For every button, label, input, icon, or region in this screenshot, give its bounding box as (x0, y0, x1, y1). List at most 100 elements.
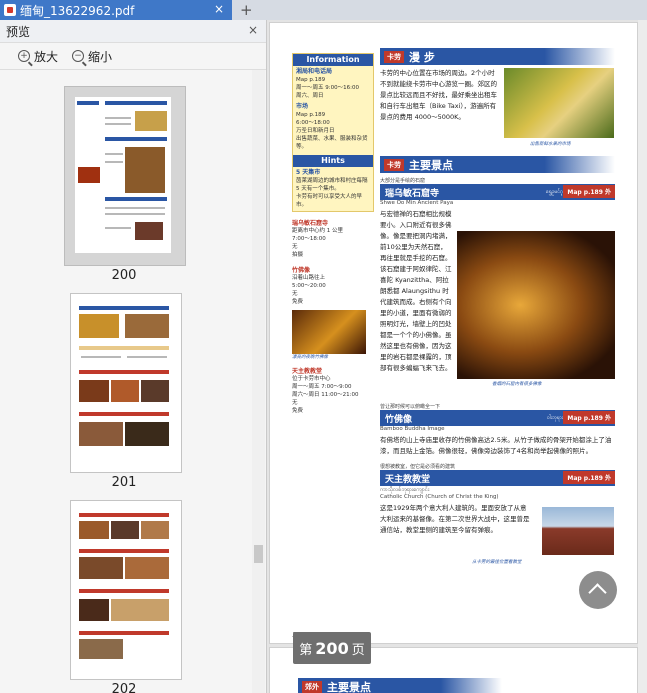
thumbnail-image (77, 302, 173, 458)
info-line: Map p.189 (296, 77, 326, 83)
sight-description: 有佛塔的山上寺庙里收存的竹佛像高达2.5米。从竹子做成的骨架开始都涂上了油漆，而… (380, 436, 612, 455)
sight-title-bar: 瑞乌敏石窟寺 ရွှေဥမင်ဂူ Map p.189 外 (380, 184, 615, 200)
zoom-out-icon: − (72, 50, 85, 62)
sidebar-toolbar: + 放大 − 缩小 (0, 43, 266, 70)
document-page: Information 湘局和电话局 Map p.189 周一～周五 9:00～… (269, 22, 638, 644)
next-section-header: 郊外 主要景点 (298, 678, 502, 693)
sight-shwe-oo-min: 大部分是手绘的石窟 瑞乌敏石窟寺 ရွှေဥမင်ဂူ Map p.189 外 … (380, 177, 615, 389)
sight-catholic-church: 很想被教室，但它是必须看的建筑 天主教教堂 Map p.189 外 ကာသိုလ… (380, 463, 615, 567)
zoom-out-label: 缩小 (88, 49, 113, 64)
scroll-to-top-button[interactable] (579, 571, 617, 609)
left-photo-caption: 漂亮的夜晚竹佛像 (292, 355, 328, 360)
section-tag: 卡劳 (384, 50, 404, 63)
close-tab-icon[interactable]: × (214, 2, 224, 16)
sight-title-bar: 竹佛像 ဝါးဘုရား Map p.189 外 (380, 410, 615, 426)
left-sight-line: 沿着山路往上 (292, 275, 326, 281)
sight-title: 瑞乌敏石窟寺 (385, 188, 440, 199)
sight-bamboo-buddha: 曾让那时候可以俯瞰全一下 竹佛像 ဝါးဘုရား Map p.189 外 Ba… (380, 403, 615, 457)
sight-english-name: Catholic Church (Church of Christ the Ki… (380, 494, 499, 500)
church-photo-caption: 从卡劳的最佳位置看教堂 (472, 560, 522, 565)
new-tab-icon[interactable]: + (240, 0, 253, 20)
page-indicator-number: 200 (315, 638, 349, 658)
left-sight-title: 竹佛像 (292, 267, 311, 274)
zoom-in-button[interactable]: + 放大 (18, 48, 58, 65)
market-fruit-photo (504, 68, 614, 138)
left-sight-line: 距离市中心约 1 公里 (292, 228, 343, 234)
sidebar-scrollbar-thumb[interactable] (254, 545, 263, 563)
sight-english-name: Bamboo Buddha Image (380, 426, 445, 432)
sight-title: 竹佛像 (385, 414, 413, 425)
thumbnail-image (77, 509, 173, 665)
section-title: 主要景点 (409, 158, 453, 172)
map-reference-badge: Map p.189 外 (563, 411, 615, 424)
sidebar-title: 预览 (6, 24, 31, 39)
church-photo (542, 507, 614, 555)
section-title: 主要景点 (327, 680, 371, 693)
cave-photo-caption: 香烟的石窟内有很多佛像 (492, 382, 542, 387)
left-sight-line: 无 (292, 291, 298, 297)
left-sight-line: 位于卡劳市中心 (292, 376, 331, 382)
info-line: 湘局和电话局 (296, 68, 333, 75)
thumbnail-label: 202 (111, 682, 137, 693)
info-line: 周六、周日 (296, 93, 324, 99)
thumbnail-image (75, 97, 171, 253)
tab-title: 缅甸_13622962.pdf (20, 3, 135, 18)
cave-buddha-photo (457, 231, 615, 379)
left-sight-title: 瑞乌敏石窟寺 (292, 220, 329, 227)
info-line: 6:00～18:00 (296, 120, 330, 126)
information-box: Information 湘局和电话局 Map p.189 周一～周五 9:00～… (292, 53, 374, 212)
sight-description: 这是1929年两个意大利人建筑的。里面安放了从意大利运来的基督像。在第二次世界大… (380, 504, 530, 534)
left-sight-line: 无 (292, 400, 298, 406)
map-reference-badge: Map p.189 外 (563, 471, 615, 484)
hint-line: 5 天集市 (296, 169, 321, 176)
sight-title: 天主教教堂 (385, 474, 431, 485)
section-header-walk: 卡劳 漫 步 (380, 48, 615, 65)
sight-title-bar: 天主教教堂 Map p.189 外 (380, 470, 615, 486)
tab-bar: 缅甸_13622962.pdf × + (0, 0, 647, 21)
left-sight-title: 天主教教堂 (292, 368, 323, 375)
walk-photo-caption: 出售新鲜水果的市场 (530, 142, 571, 147)
left-sight-line: 周六～周日 11:00～21:00 (292, 392, 359, 398)
info-line: 市场 (296, 103, 309, 110)
left-sight-line: 拍摄 (292, 252, 304, 258)
thumbnail-page-202[interactable] (70, 500, 182, 680)
zoom-out-button[interactable]: − 缩小 (72, 48, 112, 65)
sight-subtitle: 大部分是手绘的石窟 (380, 178, 426, 184)
viewer-scrollbar[interactable] (638, 20, 647, 693)
sight-burmese-name: ရွှေဥမင်ဂူ (546, 188, 563, 195)
sidebar-scrollbar[interactable] (252, 70, 265, 693)
sight-text: 与宏德禅的石窟相比规模要小。入口附近有很多佛像。像是要把洞内堵满，前10公里为天… (380, 209, 615, 389)
sight-burmese-name: ကာသိုလစ်ဘုရားကျောင်း (380, 487, 430, 493)
preview-sidebar: 预览 × + 放大 − 缩小 200 201 202 (0, 20, 267, 693)
bamboo-buddha-photo (292, 310, 366, 354)
section-tag: 郊外 (302, 680, 322, 693)
pdf-file-icon (4, 4, 16, 16)
walk-text: 卡劳的中心位置在市场的周边。2个小时不到就能绕卡劳市中心游览一圈。郊区的景点比较… (380, 69, 497, 121)
sight-description: 与宏德禅的石窟相比规模要小。入口附近有很多佛像。像是要把洞内堵满，前10公里为天… (380, 210, 452, 372)
info-line: 周一～周五 9:00～16:00 (296, 85, 359, 91)
document-viewer[interactable]: Information 湘局和电话局 Map p.189 周一～周五 9:00～… (267, 20, 647, 693)
thumbnail-page-200[interactable] (64, 86, 186, 266)
thumbnail-list: 200 201 202 (0, 70, 252, 693)
left-sight-line: 7:00～18:00 (292, 236, 326, 242)
zoom-in-label: 放大 (34, 49, 59, 64)
page-indicator-suffix: 页 (351, 642, 365, 658)
left-sight-line: 5:00～20:00 (292, 283, 326, 289)
zoom-in-icon: + (18, 50, 30, 62)
sight-subtitle: 很想被教室，但它是必须看的建筑 (380, 464, 456, 470)
tab-document[interactable]: 缅甸_13622962.pdf × (0, 0, 232, 20)
page-indicator: 第 200 页 (293, 632, 371, 664)
map-reference-badge: Map p.189 外 (563, 185, 615, 198)
sight-burmese-name: ဝါးဘုရား (547, 414, 563, 421)
thumbnail-label: 200 (111, 268, 137, 283)
info-line: 万圣日和新月日 (296, 128, 335, 134)
section-tag: 卡劳 (384, 158, 404, 171)
thumbnail-page-201[interactable] (70, 293, 182, 473)
hint-line: 卡劳有时可以享受大人的早市。 (296, 194, 363, 208)
page-indicator-prefix: 第 (299, 642, 313, 658)
left-sight-line: 无 (292, 244, 298, 250)
info-line: 出售蔬菜、水果、服装和杂货等。 (296, 136, 368, 150)
sight-english-name: Shwe Oo Min Ancient Paya (380, 200, 454, 206)
information-title: Information (293, 54, 373, 66)
close-sidebar-icon[interactable]: × (248, 23, 258, 37)
